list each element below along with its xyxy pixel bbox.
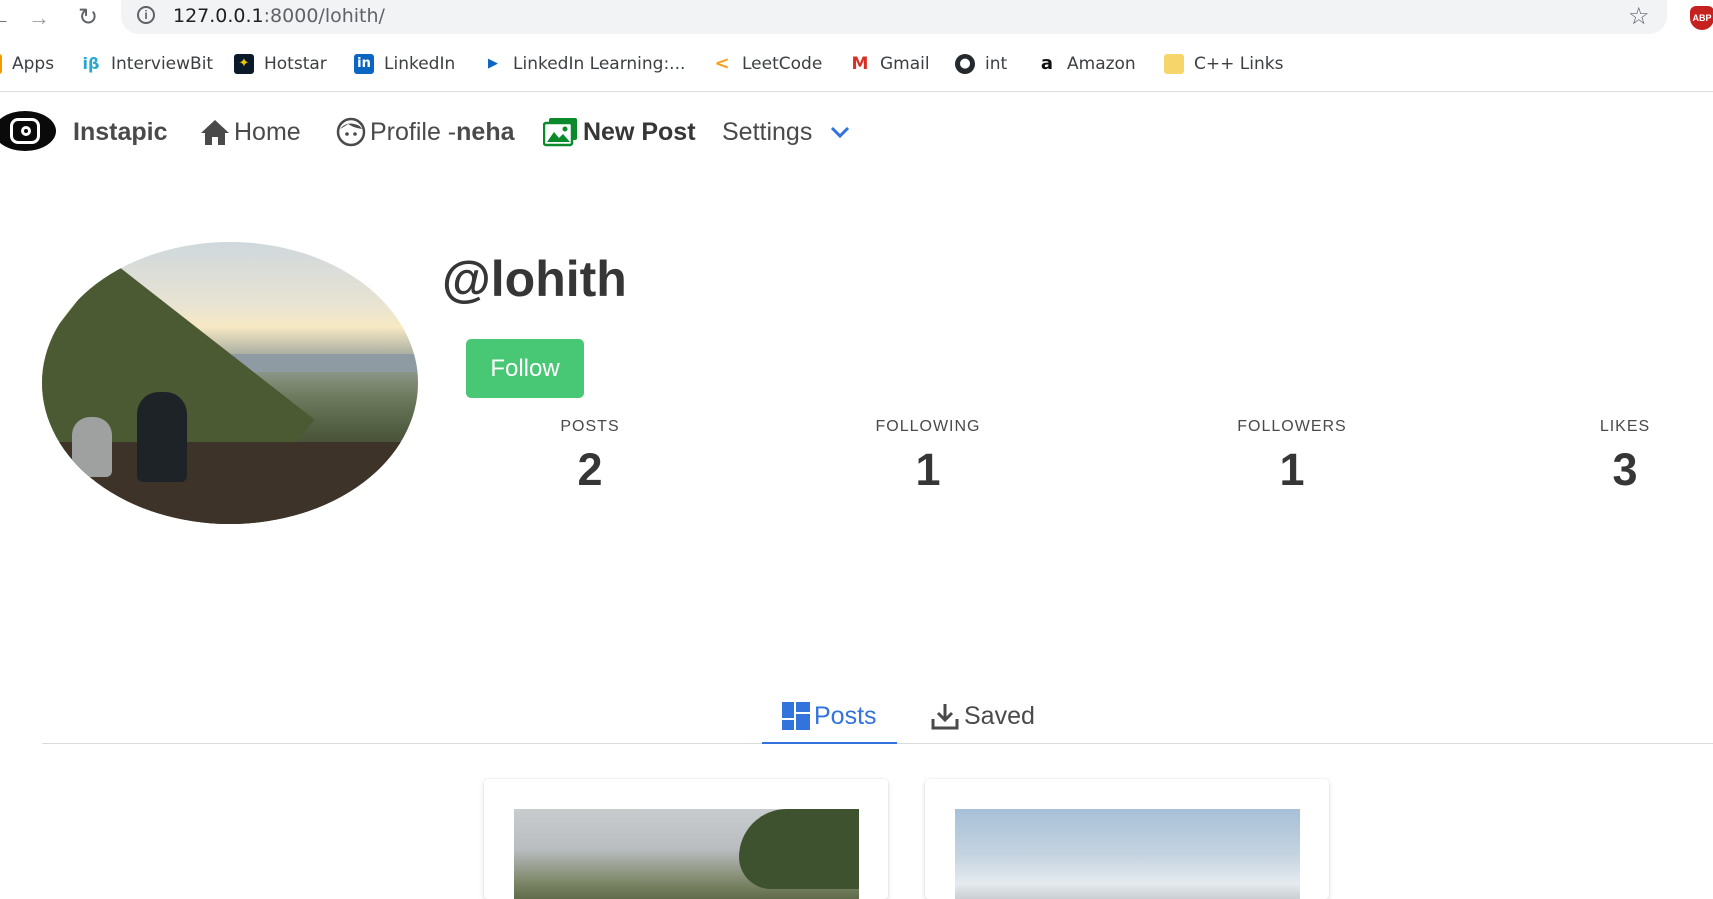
site-info-icon[interactable]: i bbox=[137, 6, 155, 24]
bookmark-cpp-links[interactable]: C++ Links bbox=[1164, 50, 1283, 78]
bookmark-star-icon[interactable]: ☆ bbox=[1628, 2, 1650, 31]
url-text[interactable]: 127.0.0.1:8000/lohith/ bbox=[173, 5, 385, 27]
stat-label: FOLLOWERS bbox=[1237, 418, 1347, 435]
bookmark-leetcode[interactable]: < LeetCode bbox=[712, 50, 822, 78]
bookmark-label: Gmail bbox=[880, 54, 930, 74]
linkedin-learning-icon: ▶ bbox=[483, 54, 503, 74]
adblock-extension-icon[interactable]: ABP bbox=[1690, 6, 1713, 30]
user-face-icon bbox=[336, 117, 366, 147]
stat-likes: LIKES 3 bbox=[1535, 418, 1713, 496]
interviewbit-icon: iβ bbox=[81, 54, 101, 74]
bookmarks-bar: Apps iβ InterviewBit ✦ Hotstar in Linked… bbox=[0, 44, 1713, 84]
bookmark-label: LinkedIn Learning:... bbox=[513, 54, 686, 74]
stat-followers[interactable]: FOLLOWERS 1 bbox=[1202, 418, 1382, 496]
images-icon bbox=[543, 117, 579, 147]
brand-name[interactable]: Instapic bbox=[73, 118, 167, 147]
avatar-dog bbox=[72, 417, 112, 477]
camera-body bbox=[10, 118, 40, 144]
nav-home-label: Home bbox=[234, 117, 301, 146]
bookmark-label: C++ Links bbox=[1194, 54, 1284, 74]
nav-new-post-link[interactable]: New Post bbox=[543, 114, 696, 150]
avatar-person bbox=[137, 392, 187, 482]
profile-tabs: Posts Saved bbox=[42, 690, 1713, 744]
bookmark-label: LinkedIn bbox=[384, 54, 456, 74]
stat-following[interactable]: FOLLOWING 1 bbox=[838, 418, 1018, 496]
folder-icon bbox=[1164, 54, 1184, 74]
stat-posts: POSTS 2 bbox=[500, 418, 680, 496]
forward-arrow-icon[interactable]: → bbox=[25, 4, 53, 32]
bookmark-interviewbit[interactable]: iβ InterviewBit bbox=[81, 50, 213, 78]
bookmark-label: Apps bbox=[12, 54, 55, 74]
hotstar-icon: ✦ bbox=[234, 54, 254, 74]
bookmark-label: LeetCode bbox=[742, 54, 823, 74]
bookmark-label: Amazon bbox=[1067, 54, 1136, 74]
profile-avatar bbox=[42, 242, 418, 524]
url-path: :8000/lohith/ bbox=[263, 5, 385, 27]
stat-value: 3 bbox=[1612, 444, 1638, 495]
bookmark-label: Hotstar bbox=[264, 54, 327, 74]
stat-value: 1 bbox=[1279, 444, 1305, 495]
post-card[interactable] bbox=[484, 779, 888, 899]
follow-button[interactable]: Follow bbox=[466, 339, 584, 398]
reload-icon[interactable]: ↻ bbox=[74, 4, 102, 32]
apps-grid-icon bbox=[0, 54, 2, 74]
bookmark-hotstar[interactable]: ✦ Hotstar bbox=[234, 50, 327, 78]
github-icon: ● bbox=[955, 54, 975, 74]
tab-saved-label: Saved bbox=[964, 701, 1035, 730]
nav-settings-label: Settings bbox=[722, 117, 813, 146]
nav-profile-prefix: Profile - bbox=[370, 117, 457, 146]
stat-label: POSTS bbox=[560, 418, 620, 435]
nav-home-link[interactable]: Home bbox=[200, 114, 301, 150]
grid-icon bbox=[782, 702, 810, 730]
stat-value: 1 bbox=[915, 444, 941, 495]
stat-label: LIKES bbox=[1599, 418, 1651, 435]
nav-profile-username: neha bbox=[456, 117, 515, 146]
bookmark-linkedin-learning[interactable]: ▶ LinkedIn Learning:... bbox=[483, 50, 685, 78]
nav-profile-link[interactable]: Profile - neha bbox=[336, 114, 515, 150]
avatar-sea bbox=[232, 354, 418, 372]
gmail-icon: M bbox=[850, 54, 870, 74]
leetcode-icon: < bbox=[712, 54, 732, 74]
chevron-down-icon bbox=[830, 125, 850, 139]
bookmark-linkedin[interactable]: in LinkedIn bbox=[354, 50, 455, 78]
home-icon bbox=[200, 118, 230, 146]
linkedin-icon: in bbox=[354, 54, 374, 74]
stat-label: FOLLOWING bbox=[875, 418, 981, 435]
bookmark-amazon[interactable]: a Amazon bbox=[1037, 50, 1136, 78]
download-icon bbox=[930, 702, 960, 730]
stat-value: 2 bbox=[577, 444, 603, 495]
bookmark-label: int bbox=[985, 54, 1008, 74]
bookmark-int[interactable]: ● int bbox=[955, 50, 1007, 78]
tab-posts-label: Posts bbox=[814, 701, 877, 730]
camera-lens bbox=[21, 126, 31, 136]
bookmark-apps[interactable]: Apps bbox=[0, 50, 54, 78]
bookmark-gmail[interactable]: M Gmail bbox=[850, 50, 930, 78]
nav-settings-dropdown[interactable]: Settings bbox=[722, 114, 850, 150]
tab-saved[interactable]: Saved bbox=[910, 690, 1055, 742]
nav-new-post-label: New Post bbox=[583, 117, 696, 146]
instagram-logo-icon[interactable] bbox=[0, 111, 56, 151]
post-card[interactable] bbox=[925, 779, 1329, 899]
profile-username: @lohith bbox=[442, 251, 627, 307]
amazon-icon: a bbox=[1037, 54, 1057, 74]
back-arrow-icon[interactable]: ← bbox=[0, 4, 14, 32]
bookmark-label: InterviewBit bbox=[111, 54, 214, 74]
address-bar[interactable]: i 127.0.0.1:8000/lohith/ ☆ bbox=[121, 0, 1667, 34]
url-host: 127.0.0.1 bbox=[173, 5, 264, 27]
browser-toolbar: ← → ↻ i 127.0.0.1:8000/lohith/ ☆ ABP bbox=[0, 0, 1713, 36]
app-navbar: Instapic Home Profile - neha New Post Set… bbox=[0, 92, 1713, 174]
tab-posts[interactable]: Posts bbox=[762, 690, 897, 744]
